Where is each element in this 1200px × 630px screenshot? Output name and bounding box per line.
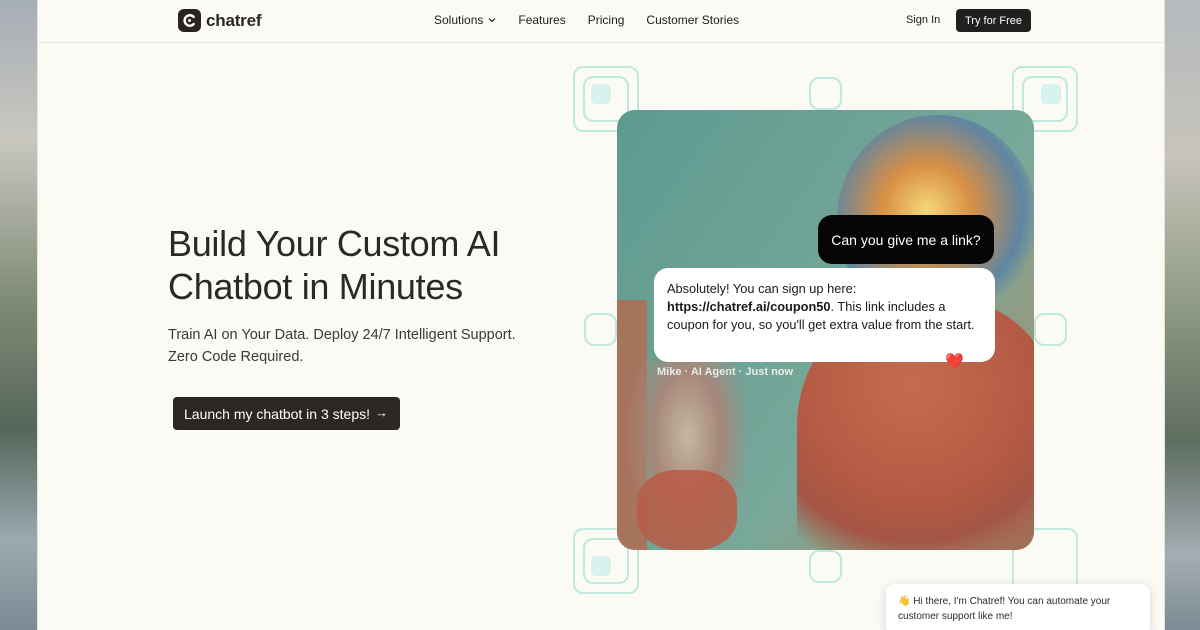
nav-customer-stories-label: Customer Stories (646, 13, 740, 27)
nav-features-label: Features (518, 13, 566, 27)
nav-solutions-label: Solutions (434, 13, 484, 27)
hero-title: Build Your Custom AI Chatbot in Minutes (168, 223, 501, 307)
background-landscape-left (0, 0, 38, 630)
decor-square-fill (591, 84, 611, 104)
nav-features[interactable]: Features (518, 13, 565, 27)
agent-message-prefix: Absolutely! You can sign up here: (667, 281, 857, 296)
chat-widget-greeting-text: 👋 Hi there, I'm Chatref! You can automat… (898, 596, 1111, 622)
try-for-free-button[interactable]: Try for Free (956, 9, 1032, 32)
hero-subtitle: Train AI on Your Data. Deploy 24/7 Intel… (168, 327, 516, 365)
agent-message-link[interactable]: https://chatref.ai/coupon50 (667, 299, 831, 314)
decor-square (584, 313, 617, 346)
decor-square (809, 550, 842, 583)
decor-square-fill (591, 556, 611, 576)
launch-chatbot-label: Launch my chatbot in 3 steps! (184, 405, 370, 422)
decor-square-fill (1041, 84, 1061, 104)
background-landscape-right (1164, 0, 1200, 630)
nav-pricing-label: Pricing (587, 13, 625, 27)
logo[interactable]: chatref (178, 9, 261, 32)
chevron-down-icon (488, 18, 496, 23)
nav-pricing[interactable]: Pricing (588, 13, 625, 27)
agent-message-meta: Mike · AI Agent · Just now (657, 366, 794, 378)
arrow-right-icon: → (375, 405, 388, 420)
heart-reaction-icon: ❤️ (945, 353, 964, 370)
decor-square (809, 77, 842, 110)
main-menu: Solutions Features Pricing Customer Stor… (434, 13, 739, 27)
nav-customer-stories[interactable]: Customer Stories (646, 13, 739, 27)
decor-square (1034, 313, 1067, 346)
user-chat-bubble: Can you give me a link? (818, 215, 994, 264)
brand-name: chatref (206, 10, 262, 30)
illustration-accent (637, 470, 737, 550)
sign-in-link[interactable]: Sign In (906, 14, 940, 26)
landing-page: chatref Solutions Features Pricing Custo… (37, 0, 1165, 630)
chat-widget-greeting[interactable]: 👋 Hi there, I'm Chatref! You can automat… (886, 584, 1150, 630)
launch-chatbot-button[interactable]: Launch my chatbot in 3 steps! → (173, 397, 400, 430)
agent-chat-bubble: Absolutely! You can sign up here: https:… (654, 268, 995, 362)
top-navigation: chatref Solutions Features Pricing Custo… (38, 0, 1164, 43)
nav-solutions[interactable]: Solutions (434, 13, 496, 27)
chatref-logo-icon (178, 9, 201, 32)
